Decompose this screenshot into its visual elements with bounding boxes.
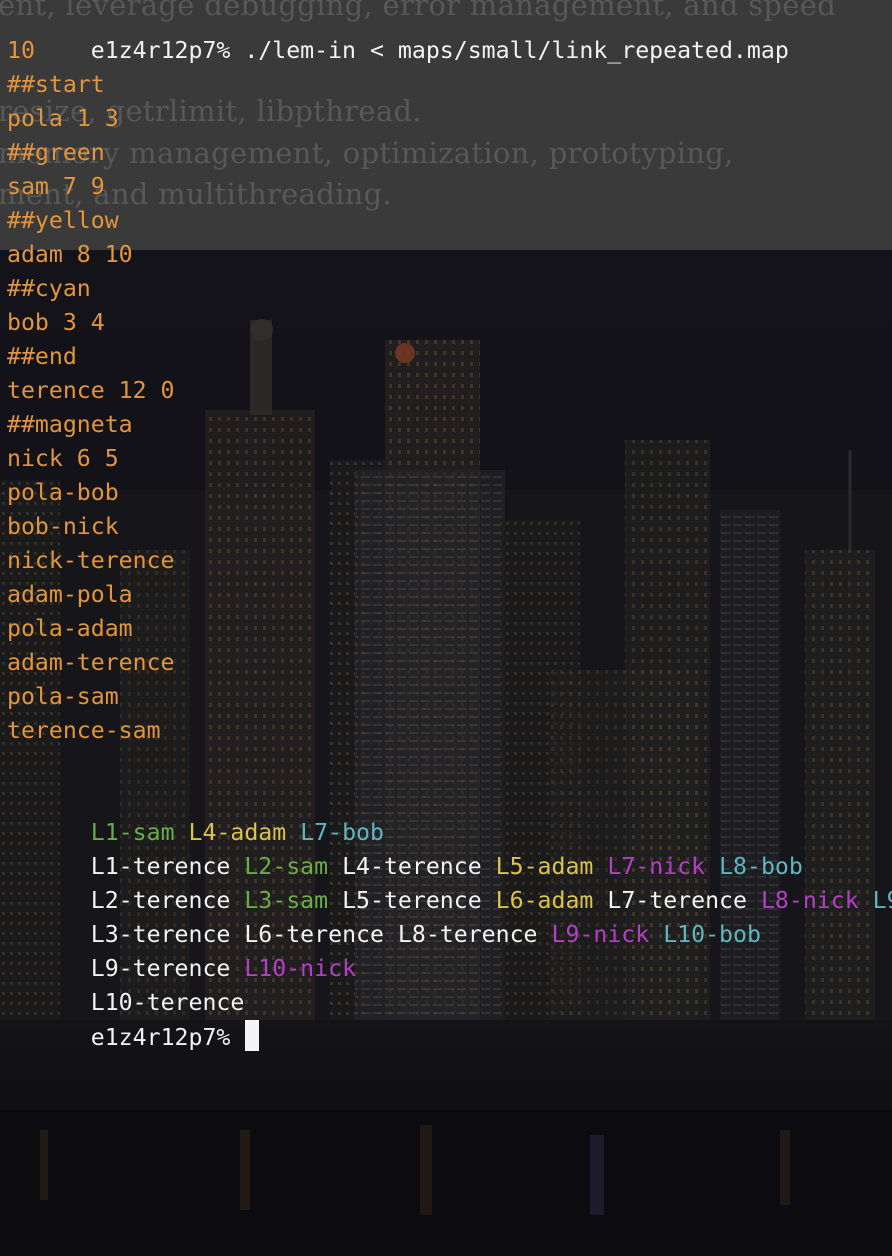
- map-line: adam 8 10: [7, 241, 133, 268]
- map-line: pola 1 3: [7, 105, 119, 132]
- ant-move: L7-terence: [607, 887, 747, 914]
- map-line: bob 3 4: [7, 309, 105, 336]
- map-line: pola-adam: [7, 615, 133, 642]
- ant-move: L4-terence: [342, 853, 482, 880]
- command-line: e1z4r12p7% ./lem-in < maps/small/link_re…: [7, 0, 892, 64]
- ant-move: L1-terence: [90, 853, 231, 880]
- map-line: ##green: [7, 139, 105, 166]
- shell-prompt: e1z4r12p7%: [90, 37, 231, 64]
- move-line: L1-sam L4-adam L7-bob: [7, 782, 892, 846]
- map-line: ##yellow: [7, 207, 119, 234]
- map-line: bob-nick: [7, 513, 119, 540]
- map-line: adam-pola: [7, 581, 133, 608]
- map-line: nick-terence: [7, 547, 175, 574]
- map-line: ##start: [7, 71, 105, 98]
- shell-prompt: e1z4r12p7%: [90, 1024, 231, 1051]
- ant-move: L2-sam: [244, 853, 329, 880]
- command-text: ./lem-in < maps/small/link_repeated.map: [230, 37, 789, 64]
- ant-move: L8-nick: [760, 887, 859, 914]
- ant-move: L1-sam: [90, 819, 175, 846]
- map-line: nick 6 5: [7, 445, 119, 472]
- map-line: terence-sam: [7, 717, 161, 744]
- ant-move: L7-nick: [607, 853, 706, 880]
- terminal-output[interactable]: e1z4r12p7% ./lem-in < maps/small/link_re…: [7, 0, 892, 1051]
- ant-move: L3-sam: [244, 887, 329, 914]
- ant-move: L9-terence: [90, 955, 231, 982]
- ant-move: L9-bob: [872, 887, 892, 914]
- ant-move: L7-bob: [300, 819, 384, 846]
- ant-move: L5-terence: [342, 887, 482, 914]
- ant-move: L8-bob: [719, 853, 803, 880]
- map-line: pola-sam: [7, 683, 119, 710]
- terminal-window[interactable]: ent, leverage debugging, error managemen…: [0, 0, 892, 1256]
- map-line: terence 12 0: [7, 377, 175, 404]
- map-line: ##end: [7, 343, 77, 370]
- ant-move: L9-nick: [551, 921, 650, 948]
- map-line: pola-bob: [7, 479, 119, 506]
- ant-move: L10-bob: [663, 921, 761, 948]
- ant-move: L2-terence: [90, 887, 231, 914]
- map-line: sam 7 9: [7, 173, 105, 200]
- ant-move: L10-nick: [244, 955, 357, 982]
- map-line: ##magneta: [7, 411, 133, 438]
- ant-move: L6-terence: [244, 921, 384, 948]
- ant-move: L3-terence: [90, 921, 231, 948]
- ant-move: L6-adam: [495, 887, 594, 914]
- ant-move: L8-terence: [397, 921, 538, 948]
- ant-move: L10-terence: [90, 989, 245, 1016]
- ant-move: L5-adam: [495, 853, 594, 880]
- map-line: ##cyan: [7, 275, 91, 302]
- text-cursor: [245, 1020, 260, 1051]
- ant-move: L4-adam: [188, 819, 287, 846]
- map-line: adam-terence: [7, 649, 175, 676]
